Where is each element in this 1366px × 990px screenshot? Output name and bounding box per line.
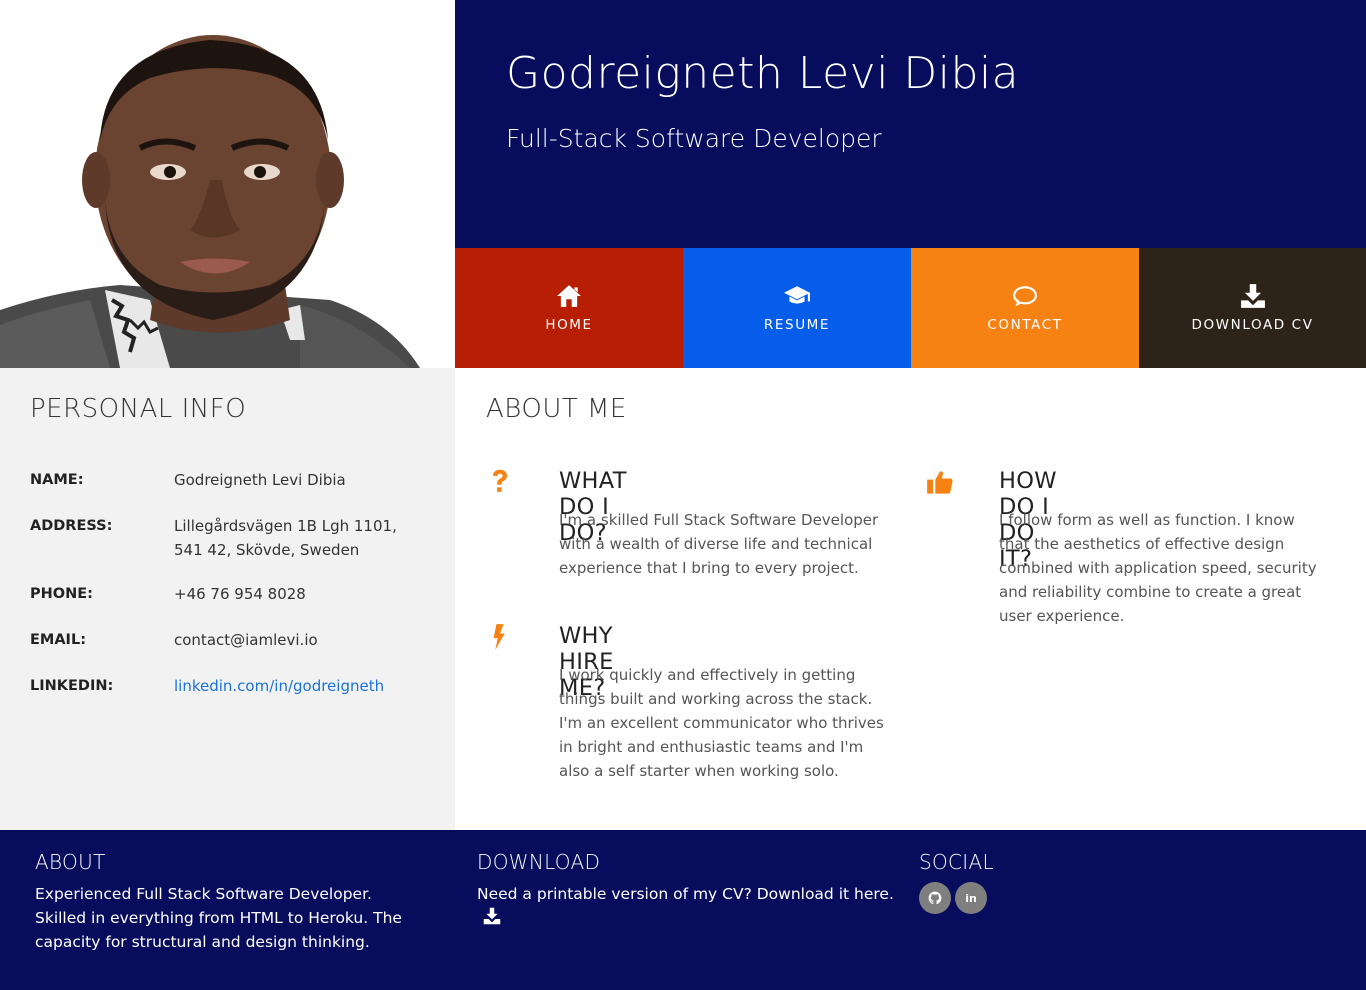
personal-info-panel: PERSONAL INFO NAME: Godreigneth Levi Dib… xyxy=(0,368,455,830)
thumbs-up-icon xyxy=(926,468,954,496)
feature-text: I work quickly and effectively in gettin… xyxy=(559,666,884,780)
footer-social: SOCIAL in xyxy=(919,850,1219,914)
download-icon[interactable] xyxy=(483,907,501,925)
download-icon xyxy=(1240,284,1265,308)
graduation-cap-icon xyxy=(784,286,810,304)
footer-about-title: ABOUT xyxy=(35,850,106,874)
social-icons: in xyxy=(919,882,1219,914)
info-value: +46 76 954 8028 xyxy=(174,585,306,603)
info-value: Godreigneth Levi Dibia xyxy=(174,471,346,489)
nav-download-label: DOWNLOAD CV xyxy=(1191,317,1314,333)
info-label: NAME: xyxy=(30,472,84,488)
nav-home-label: HOME xyxy=(545,317,593,333)
address-line-1: Lillegårdsvägen 1B Lgh 1101, xyxy=(174,517,397,535)
nav-contact[interactable]: CONTACT xyxy=(911,248,1139,368)
nav-resume-label: RESUME xyxy=(763,317,831,333)
linkedin-icon[interactable]: in xyxy=(955,882,987,914)
footer-download-text: Need a printable version of my CV? Downl… xyxy=(477,885,894,903)
address-line-2: 541 42, Skövde, Sweden xyxy=(174,541,360,559)
main-nav: HOME RESUME CONTACT DOWNLOAD CV xyxy=(455,248,1366,368)
info-label: PHONE: xyxy=(30,586,93,602)
info-value: linkedin.com/in/godreigneth xyxy=(174,674,434,698)
info-value: Lillegårdsvägen 1B Lgh 1101, 541 42, Skö… xyxy=(174,514,434,562)
hero-banner: Godreigneth Levi Dibia Full-Stack Softwa… xyxy=(455,0,1366,248)
speech-bubble-icon xyxy=(1013,286,1037,307)
info-label: ADDRESS: xyxy=(30,518,113,534)
footer: ABOUT Experienced Full Stack Software De… xyxy=(0,830,1366,990)
question-icon xyxy=(486,468,514,496)
lightning-icon xyxy=(486,623,514,651)
nav-download-cv[interactable]: DOWNLOAD CV xyxy=(1139,248,1366,368)
info-value: contact@iamlevi.io xyxy=(174,631,318,649)
feature-text: I follow form as well as function. I kno… xyxy=(999,511,1317,625)
footer-about-text: Experienced Full Stack Software Develope… xyxy=(35,885,402,951)
personal-info-title: PERSONAL INFO xyxy=(30,394,247,424)
profile-photo xyxy=(0,0,455,368)
footer-download: DOWNLOAD Need a printable version of my … xyxy=(477,850,897,930)
hero-subtitle: Full-Stack Software Developer xyxy=(506,124,882,153)
home-icon xyxy=(557,285,581,307)
footer-download-title: DOWNLOAD xyxy=(477,850,601,874)
about-me-title: ABOUT ME xyxy=(486,394,627,424)
nav-home[interactable]: HOME xyxy=(455,248,683,368)
footer-download-row: Need a printable version of my CV? Downl… xyxy=(477,882,897,930)
feature-text: I'm a skilled Full Stack Software Develo… xyxy=(559,511,879,577)
hero-name: Godreigneth Levi Dibia xyxy=(506,48,1020,99)
footer-about: ABOUT Experienced Full Stack Software De… xyxy=(35,850,425,954)
nav-contact-label: CONTACT xyxy=(987,317,1063,333)
linkedin-link[interactable]: linkedin.com/in/godreigneth xyxy=(174,677,384,695)
info-label: LINKEDIN: xyxy=(30,678,114,694)
info-label: EMAIL: xyxy=(30,632,86,648)
nav-resume[interactable]: RESUME xyxy=(683,248,911,368)
footer-social-title: SOCIAL xyxy=(919,850,994,874)
github-icon[interactable] xyxy=(919,882,951,914)
about-me-panel: ABOUT ME WHAT DO I DO? I'm a skilled Ful… xyxy=(455,368,1366,830)
